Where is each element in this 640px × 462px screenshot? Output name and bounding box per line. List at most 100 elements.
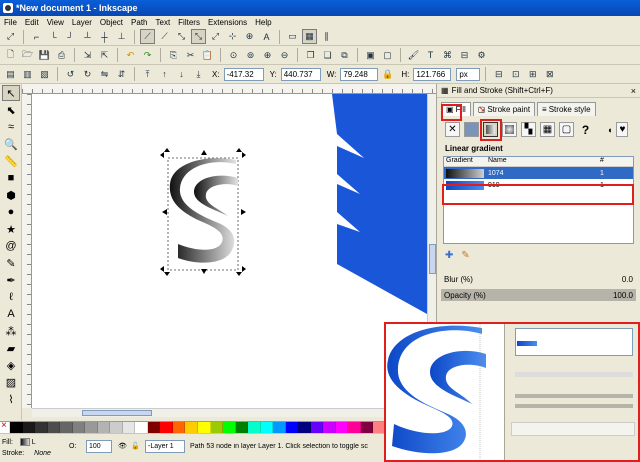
horizontal-ruler[interactable] (22, 84, 436, 94)
horizontal-scroll-thumb[interactable] (82, 410, 152, 416)
spray-icon[interactable]: ⁂ (2, 323, 20, 339)
snap-bbox-icon[interactable]: ⌐ (29, 29, 44, 44)
gradient-icon[interactable]: ▨ (2, 374, 20, 390)
lower-bottom-icon[interactable]: ⤓ (191, 67, 206, 82)
snap-smooth-icon[interactable]: ⤡ (191, 29, 206, 44)
text-icon[interactable]: A (2, 306, 20, 322)
h-field[interactable]: 121.766 (413, 67, 452, 81)
lock-icon[interactable]: 🔒 (380, 67, 395, 82)
palette-swatch[interactable] (335, 422, 349, 433)
snap-midpoint-icon[interactable]: ⤢ (208, 29, 223, 44)
snap-center-icon[interactable]: ┼ (97, 29, 112, 44)
align-icon[interactable]: ⊟ (457, 48, 472, 63)
clone-icon[interactable]: ❏ (320, 48, 335, 63)
move-gradients-icon[interactable]: ⊞ (525, 67, 540, 82)
palette-swatch[interactable] (210, 422, 224, 433)
pattern-icon[interactable]: ▦ (540, 122, 555, 137)
scale-stroke-icon[interactable]: ⊟ (491, 67, 506, 82)
new-document-icon[interactable]: 🗋 (3, 48, 18, 63)
fill-swatch[interactable] (19, 438, 30, 447)
move-patterns-icon[interactable]: ⊠ (542, 67, 557, 82)
snap-path-icon[interactable]: ⟋ (157, 29, 172, 44)
mesh-gradient-icon[interactable]: ▚ (521, 122, 536, 137)
snap-rotation-center-icon[interactable]: ⊕ (242, 29, 257, 44)
raise-icon[interactable]: ↑ (157, 67, 172, 82)
palette-swatch[interactable] (298, 422, 311, 433)
no-paint-icon[interactable]: ✕ (445, 122, 460, 137)
gradient-row[interactable]: 1074 1 (444, 167, 633, 179)
palette-swatch[interactable] (185, 422, 198, 433)
selector-icon[interactable]: ↖ (2, 85, 20, 101)
menu-file[interactable]: File (4, 18, 17, 27)
unlink-clone-icon[interactable]: ⧉ (337, 48, 352, 63)
palette-swatch[interactable] (348, 422, 361, 433)
deselect-icon[interactable]: ▧ (37, 67, 52, 82)
star-icon[interactable]: ★ (2, 221, 20, 237)
flip-horizontal-icon[interactable]: ⇋ (97, 67, 112, 82)
zoom-width-icon[interactable]: ⊖ (277, 48, 292, 63)
palette-swatch[interactable] (323, 422, 336, 433)
swatch-icon[interactable]: ▢ (559, 122, 574, 137)
palette-swatch[interactable] (97, 422, 111, 433)
menu-edit[interactable]: Edit (25, 18, 39, 27)
flat-color-icon[interactable] (464, 122, 479, 137)
export-icon[interactable]: ⇱ (97, 48, 112, 63)
col-count[interactable]: # (598, 157, 628, 166)
calligraphy-icon[interactable]: ℓ (2, 289, 20, 305)
preferences-icon[interactable]: ⚙ (474, 48, 489, 63)
snap-rotation-icon[interactable]: ⊥ (114, 29, 129, 44)
snap-page-icon[interactable]: ▭ (285, 29, 300, 44)
zoom-page-icon[interactable]: ⊕ (260, 48, 275, 63)
raise-top-icon[interactable]: ⤒ (140, 67, 155, 82)
snap-edge-icon[interactable]: └ (46, 29, 61, 44)
palette-swatch[interactable] (35, 422, 48, 433)
pen-icon[interactable]: ✒ (2, 272, 20, 288)
palette-swatch[interactable] (160, 422, 173, 433)
save-icon[interactable]: 💾 (37, 48, 52, 63)
palette-swatch[interactable] (47, 422, 61, 433)
layer-select[interactable]: -Layer 1 (145, 440, 185, 453)
paste-icon[interactable]: 📋 (200, 48, 215, 63)
ungroup-icon[interactable]: ▢ (380, 48, 395, 63)
select-all-icon[interactable]: ▤ (3, 67, 18, 82)
box3d-icon[interactable]: ⬢ (2, 187, 20, 203)
palette-swatch[interactable] (235, 422, 249, 433)
zoom-drawing-icon[interactable]: ⊚ (243, 48, 258, 63)
col-name[interactable]: Name (486, 157, 598, 166)
palette-swatch[interactable] (310, 422, 324, 433)
drawing-canvas[interactable] (32, 94, 427, 408)
palette-swatch[interactable] (72, 422, 86, 433)
snap-icon[interactable]: ⤢ (3, 29, 18, 44)
snap-intersection-icon[interactable]: ⤡ (174, 29, 189, 44)
opacity-field[interactable]: 100 (86, 440, 112, 453)
menu-text[interactable]: Text (156, 18, 171, 27)
blur-value[interactable]: 0.0 (622, 275, 633, 284)
palette-swatch[interactable] (285, 422, 299, 433)
circle-icon[interactable]: ● (2, 204, 20, 220)
copy-icon[interactable]: ⎘ (166, 48, 181, 63)
zoom-icon[interactable]: 🔍 (2, 136, 20, 152)
menu-layer[interactable]: Layer (72, 18, 92, 27)
y-field[interactable]: 440.737 (280, 67, 321, 81)
palette-swatch[interactable] (147, 422, 161, 433)
snap-mid-icon[interactable]: ┴ (80, 29, 95, 44)
blue-logo-shape[interactable] (332, 94, 427, 314)
redo-icon[interactable]: ↷ (140, 48, 155, 63)
snap-grid-icon[interactable]: ▦ (302, 29, 317, 44)
snap-object-center-icon[interactable]: ⊹ (225, 29, 240, 44)
palette-swatch[interactable] (248, 422, 261, 433)
add-gradient-icon[interactable]: ✚ (445, 250, 453, 261)
eraser-icon[interactable]: ▰ (2, 340, 20, 356)
palette-swatch[interactable] (172, 422, 186, 433)
blur-row[interactable]: Blur (%) 0.0 (441, 273, 636, 285)
spiral-icon[interactable]: @ (2, 238, 20, 254)
nonzero-icon[interactable]: ♥ (616, 122, 629, 137)
paint-bucket-icon[interactable]: ◈ (2, 357, 20, 373)
menu-view[interactable]: View (47, 18, 64, 27)
flip-vertical-icon[interactable]: ⇵ (114, 67, 129, 82)
node-icon[interactable]: ⬉ (2, 102, 20, 118)
menu-help[interactable]: Help (255, 18, 271, 27)
menu-path[interactable]: Path (131, 18, 147, 27)
palette-swatch[interactable] (60, 422, 73, 433)
menu-filters[interactable]: Filters (178, 18, 200, 27)
